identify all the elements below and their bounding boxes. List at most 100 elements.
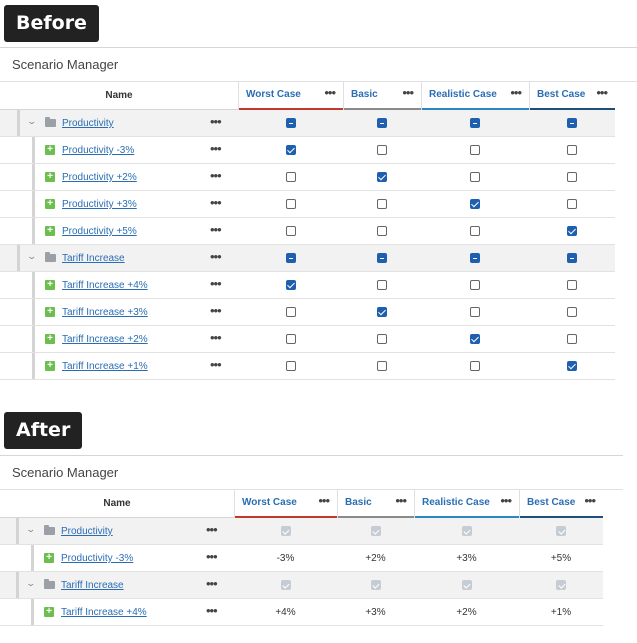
item-link[interactable]: Productivity -3% <box>62 137 134 164</box>
scenario-checkbox[interactable] <box>567 307 577 317</box>
scenario-checkbox[interactable] <box>567 280 577 290</box>
scenario-checkbox[interactable] <box>567 226 577 236</box>
scenario-checkbox[interactable] <box>470 172 480 182</box>
item-link[interactable]: Productivity -3% <box>61 545 133 572</box>
scenario-checkbox[interactable] <box>567 145 577 155</box>
add-icon[interactable]: + <box>44 553 54 563</box>
more-options-icon[interactable]: ••• <box>206 572 218 596</box>
indeterminate-checkbox[interactable] <box>285 253 296 263</box>
item-link[interactable]: Tariff Increase +2% <box>62 326 148 353</box>
scenario-header-realistic-case[interactable]: Realistic Case ••• <box>414 490 519 518</box>
scenario-label[interactable]: Worst Case <box>242 490 297 516</box>
group-link[interactable]: Productivity <box>61 518 113 545</box>
item-link[interactable]: Productivity +5% <box>62 218 137 245</box>
scenario-checkbox[interactable] <box>470 145 480 155</box>
scenario-header-basic[interactable]: Basic ••• <box>343 82 421 110</box>
scenario-checkbox[interactable] <box>567 334 577 344</box>
more-options-icon[interactable]: ••• <box>206 545 218 569</box>
scenario-header-realistic-case[interactable]: Realistic Case ••• <box>421 82 529 110</box>
item-link[interactable]: Tariff Increase +4% <box>62 272 148 299</box>
scenario-checkbox[interactable] <box>470 361 480 371</box>
scenario-checkbox[interactable] <box>285 226 296 236</box>
indeterminate-checkbox[interactable] <box>377 118 387 128</box>
scenario-checkbox[interactable] <box>470 199 480 209</box>
scenario-checkbox[interactable] <box>285 307 296 317</box>
item-link[interactable]: Tariff Increase +4% <box>61 599 147 626</box>
more-options-icon[interactable]: ••• <box>500 490 512 512</box>
indeterminate-checkbox[interactable] <box>567 118 577 128</box>
scenario-header-best-case[interactable]: Best Case ••• <box>519 490 603 518</box>
scenario-checkbox[interactable] <box>377 361 387 371</box>
scenario-label[interactable]: Best Case <box>537 82 585 108</box>
item-link[interactable]: Tariff Increase +1% <box>62 353 148 380</box>
item-link[interactable]: Tariff Increase +3% <box>62 299 148 326</box>
chevron-down-icon[interactable]: ⌄ <box>25 524 36 535</box>
scenario-checkbox[interactable] <box>377 307 387 317</box>
scenario-label[interactable]: Worst Case <box>246 82 301 108</box>
more-options-icon[interactable]: ••• <box>210 110 222 134</box>
scenario-checkbox[interactable] <box>470 334 480 344</box>
scenario-label[interactable]: Best Case <box>527 490 575 516</box>
add-icon[interactable]: + <box>45 199 55 209</box>
indeterminate-checkbox[interactable] <box>470 253 480 263</box>
scenario-checkbox[interactable] <box>377 199 387 209</box>
scenario-checkbox[interactable] <box>377 172 387 182</box>
item-link[interactable]: Productivity +2% <box>62 164 137 191</box>
more-options-icon[interactable]: ••• <box>395 490 407 512</box>
scenario-checkbox[interactable] <box>377 280 387 290</box>
indeterminate-checkbox[interactable] <box>567 253 577 263</box>
add-icon[interactable]: + <box>45 280 55 290</box>
scenario-header-worst-case[interactable]: Worst Case ••• <box>238 82 343 110</box>
group-link[interactable]: Tariff Increase <box>61 572 124 599</box>
scenario-header-best-case[interactable]: Best Case ••• <box>529 82 615 110</box>
scenario-checkbox[interactable] <box>285 280 296 290</box>
scenario-checkbox[interactable] <box>567 172 577 182</box>
more-options-icon[interactable]: ••• <box>210 164 222 188</box>
scenario-checkbox[interactable] <box>470 280 480 290</box>
add-icon[interactable]: + <box>45 307 55 317</box>
indeterminate-checkbox[interactable] <box>470 118 480 128</box>
more-options-icon[interactable]: ••• <box>206 518 218 542</box>
more-options-icon[interactable]: ••• <box>210 245 222 269</box>
more-options-icon[interactable]: ••• <box>510 82 522 104</box>
indeterminate-checkbox[interactable] <box>377 253 387 263</box>
more-options-icon[interactable]: ••• <box>210 191 222 215</box>
scenario-label[interactable]: Basic <box>351 82 378 108</box>
more-options-icon[interactable]: ••• <box>318 490 330 512</box>
scenario-checkbox[interactable] <box>285 199 296 209</box>
scenario-checkbox[interactable] <box>567 199 577 209</box>
more-options-icon[interactable]: ••• <box>596 82 608 104</box>
scenario-label[interactable]: Realistic Case <box>422 490 490 516</box>
scenario-checkbox[interactable] <box>470 307 480 317</box>
item-link[interactable]: Productivity +3% <box>62 191 137 218</box>
scenario-checkbox[interactable] <box>285 361 296 371</box>
more-options-icon[interactable]: ••• <box>210 137 222 161</box>
scenario-label[interactable]: Basic <box>345 490 372 516</box>
add-icon[interactable]: + <box>45 145 55 155</box>
scenario-checkbox[interactable] <box>285 334 296 344</box>
add-icon[interactable]: + <box>45 361 55 371</box>
more-options-icon[interactable]: ••• <box>210 218 222 242</box>
more-options-icon[interactable]: ••• <box>402 82 414 104</box>
group-link[interactable]: Tariff Increase <box>62 245 125 272</box>
more-options-icon[interactable]: ••• <box>324 82 336 104</box>
chevron-down-icon[interactable]: ⌄ <box>26 251 37 262</box>
more-options-icon[interactable]: ••• <box>210 272 222 296</box>
more-options-icon[interactable]: ••• <box>584 490 596 512</box>
add-icon[interactable]: + <box>45 226 55 236</box>
more-options-icon[interactable]: ••• <box>210 299 222 323</box>
scenario-checkbox[interactable] <box>567 361 577 371</box>
chevron-down-icon[interactable]: ⌄ <box>25 578 36 589</box>
more-options-icon[interactable]: ••• <box>206 599 218 623</box>
scenario-checkbox[interactable] <box>470 226 480 236</box>
group-link[interactable]: Productivity <box>62 110 114 137</box>
scenario-header-basic[interactable]: Basic ••• <box>337 490 414 518</box>
scenario-label[interactable]: Realistic Case <box>429 82 497 108</box>
scenario-checkbox[interactable] <box>377 145 387 155</box>
add-icon[interactable]: + <box>44 607 54 617</box>
indeterminate-checkbox[interactable] <box>285 118 296 128</box>
scenario-checkbox[interactable] <box>285 145 296 155</box>
more-options-icon[interactable]: ••• <box>210 353 222 377</box>
more-options-icon[interactable]: ••• <box>210 326 222 350</box>
scenario-checkbox[interactable] <box>285 172 296 182</box>
